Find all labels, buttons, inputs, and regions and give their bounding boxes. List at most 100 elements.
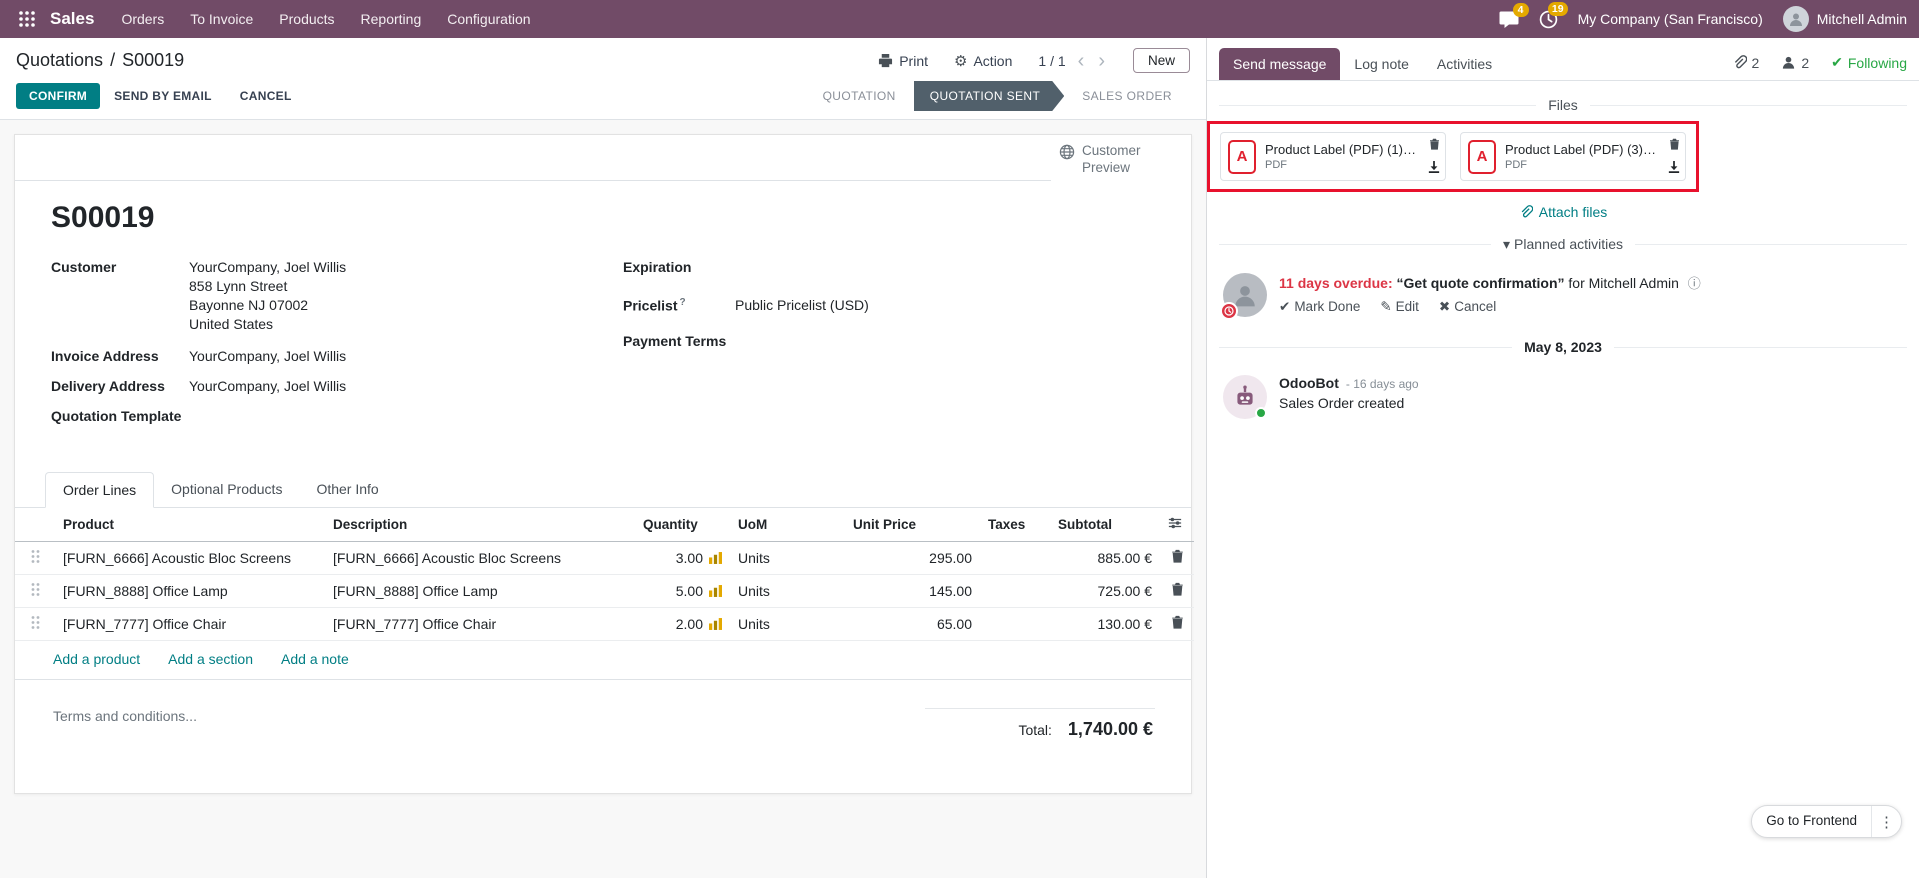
- uom-cell[interactable]: Units: [730, 541, 845, 574]
- quantity-cell[interactable]: 5.00: [635, 574, 730, 607]
- taxes-cell[interactable]: [980, 607, 1050, 640]
- customer-field[interactable]: YourCompany, Joel Willis 858 Lynn Street…: [189, 259, 346, 335]
- attachment-card[interactable]: A Product Label (PDF) (1).pdf PDF: [1220, 132, 1446, 181]
- product-cell[interactable]: [FURN_6666] Acoustic Bloc Screens: [55, 541, 325, 574]
- unit-price-cell[interactable]: 295.00: [845, 541, 980, 574]
- app-name[interactable]: Sales: [50, 9, 94, 29]
- delete-row-icon[interactable]: [1160, 574, 1194, 607]
- pricelist-field[interactable]: Public Pricelist (USD): [735, 297, 869, 314]
- quantity-column-header[interactable]: Quantity: [635, 508, 730, 542]
- menu-configuration[interactable]: Configuration: [434, 0, 543, 38]
- tab-order-lines[interactable]: Order Lines: [45, 472, 154, 508]
- product-column-header[interactable]: Product: [55, 508, 325, 542]
- delivery-address-field[interactable]: YourCompany, Joel Willis: [189, 378, 346, 395]
- state-quotation[interactable]: QUOTATION: [805, 81, 914, 111]
- description-column-header[interactable]: Description: [325, 508, 635, 542]
- add-a-note-link[interactable]: Add a note: [281, 651, 349, 667]
- delete-row-icon[interactable]: [1160, 541, 1194, 574]
- quantity-cell[interactable]: 3.00: [635, 541, 730, 574]
- drag-handle-icon[interactable]: [15, 541, 55, 574]
- log-note-button[interactable]: Log note: [1340, 48, 1423, 80]
- delete-attachment-icon[interactable]: [1669, 137, 1680, 153]
- forecast-icon[interactable]: [709, 585, 722, 597]
- uom-column-header[interactable]: UoM: [730, 508, 845, 542]
- uom-cell[interactable]: Units: [730, 607, 845, 640]
- optional-columns-icon[interactable]: [1160, 508, 1194, 542]
- send-by-email-button[interactable]: SEND BY EMAIL: [100, 83, 226, 109]
- taxes-column-header[interactable]: Taxes: [980, 508, 1050, 542]
- drag-handle-icon[interactable]: [15, 607, 55, 640]
- apps-grid-icon[interactable]: [12, 10, 42, 28]
- pager-previous-icon[interactable]: ‹: [1076, 51, 1087, 71]
- activities-button[interactable]: Activities: [1423, 48, 1506, 80]
- customer-preview-link[interactable]: Customer Preview: [1051, 135, 1191, 181]
- tab-other-info[interactable]: Other Info: [299, 472, 395, 508]
- confirm-button[interactable]: CONFIRM: [16, 83, 100, 109]
- attach-files-button[interactable]: Attach files: [1207, 204, 1919, 220]
- description-cell[interactable]: [FURN_8888] Office Lamp: [325, 574, 635, 607]
- action-button[interactable]: ⚙ Action: [954, 52, 1012, 70]
- user-menu[interactable]: Mitchell Admin: [1783, 6, 1907, 32]
- messages-icon[interactable]: 4: [1499, 11, 1519, 28]
- description-cell[interactable]: [FURN_6666] Acoustic Bloc Screens: [325, 541, 635, 574]
- menu-products[interactable]: Products: [266, 0, 347, 38]
- unit-price-cell[interactable]: 145.00: [845, 574, 980, 607]
- expiration-field[interactable]: [735, 259, 855, 276]
- download-attachment-icon[interactable]: [1428, 160, 1440, 176]
- new-button[interactable]: New: [1133, 48, 1190, 73]
- mark-done-button[interactable]: ✔Mark Done: [1279, 299, 1360, 315]
- download-attachment-icon[interactable]: [1668, 160, 1680, 176]
- pager-value[interactable]: 1 / 1: [1038, 53, 1065, 69]
- add-a-product-link[interactable]: Add a product: [53, 651, 140, 667]
- attachment-card[interactable]: A Product Label (PDF) (3).pdf PDF: [1460, 132, 1686, 181]
- invoice-address-field[interactable]: YourCompany, Joel Willis: [189, 348, 346, 365]
- pager-next-icon[interactable]: ›: [1096, 51, 1107, 71]
- product-cell[interactable]: [FURN_7777] Office Chair: [55, 607, 325, 640]
- user-name: Mitchell Admin: [1817, 11, 1907, 27]
- files-section-header: Files: [1219, 97, 1907, 113]
- payment-terms-field[interactable]: [735, 333, 855, 350]
- activity-summary: “Get quote confirmation”: [1397, 275, 1565, 291]
- cancel-activity-button[interactable]: ✖Cancel: [1439, 299, 1496, 315]
- uom-cell[interactable]: Units: [730, 574, 845, 607]
- print-button[interactable]: Print: [878, 53, 928, 69]
- unit-price-column-header[interactable]: Unit Price: [845, 508, 980, 542]
- attachments-counter[interactable]: 2: [1732, 55, 1760, 71]
- drag-handle-icon[interactable]: [15, 574, 55, 607]
- followers-counter[interactable]: 2: [1781, 55, 1809, 71]
- menu-reporting[interactable]: Reporting: [348, 0, 435, 38]
- subtotal-column-header[interactable]: Subtotal: [1050, 508, 1160, 542]
- add-a-section-link[interactable]: Add a section: [168, 651, 253, 667]
- delete-attachment-icon[interactable]: [1429, 137, 1440, 153]
- product-cell[interactable]: [FURN_8888] Office Lamp: [55, 574, 325, 607]
- edit-activity-button[interactable]: ✎Edit: [1380, 299, 1419, 315]
- menu-orders[interactable]: Orders: [108, 0, 177, 38]
- kebab-menu-icon[interactable]: ⋮: [1871, 806, 1901, 837]
- go-to-frontend-button[interactable]: Go to Frontend ⋮: [1751, 805, 1902, 838]
- state-sales-order[interactable]: SALES ORDER: [1064, 81, 1190, 111]
- quotation-template-field[interactable]: [189, 408, 309, 425]
- taxes-cell[interactable]: [980, 541, 1050, 574]
- terms-and-conditions-placeholder[interactable]: Terms and conditions...: [51, 708, 197, 740]
- message-author[interactable]: OdooBot: [1279, 375, 1339, 391]
- pricelist-help-icon[interactable]: ?: [679, 297, 685, 308]
- send-message-button[interactable]: Send message: [1219, 48, 1340, 80]
- taxes-cell[interactable]: [980, 574, 1050, 607]
- tab-optional-products[interactable]: Optional Products: [154, 472, 299, 508]
- state-quotation-sent[interactable]: QUOTATION SENT: [914, 81, 1065, 111]
- planned-activities-header[interactable]: ▾Planned activities: [1219, 236, 1907, 253]
- activity-info-icon[interactable]: ⓘ: [1688, 276, 1701, 291]
- cancel-button[interactable]: CANCEL: [226, 83, 306, 109]
- unit-price-cell[interactable]: 65.00: [845, 607, 980, 640]
- total-value: 1,740.00 €: [1068, 719, 1153, 740]
- forecast-icon[interactable]: [709, 552, 722, 564]
- quantity-cell[interactable]: 2.00: [635, 607, 730, 640]
- company-switcher[interactable]: My Company (San Francisco): [1578, 11, 1763, 27]
- forecast-icon[interactable]: [709, 618, 722, 630]
- menu-to-invoice[interactable]: To Invoice: [177, 0, 266, 38]
- description-cell[interactable]: [FURN_7777] Office Chair: [325, 607, 635, 640]
- delete-row-icon[interactable]: [1160, 607, 1194, 640]
- following-button[interactable]: ✔ Following: [1831, 54, 1907, 71]
- activities-clock-icon[interactable]: 19: [1539, 10, 1558, 29]
- breadcrumb-quotations[interactable]: Quotations: [16, 50, 103, 71]
